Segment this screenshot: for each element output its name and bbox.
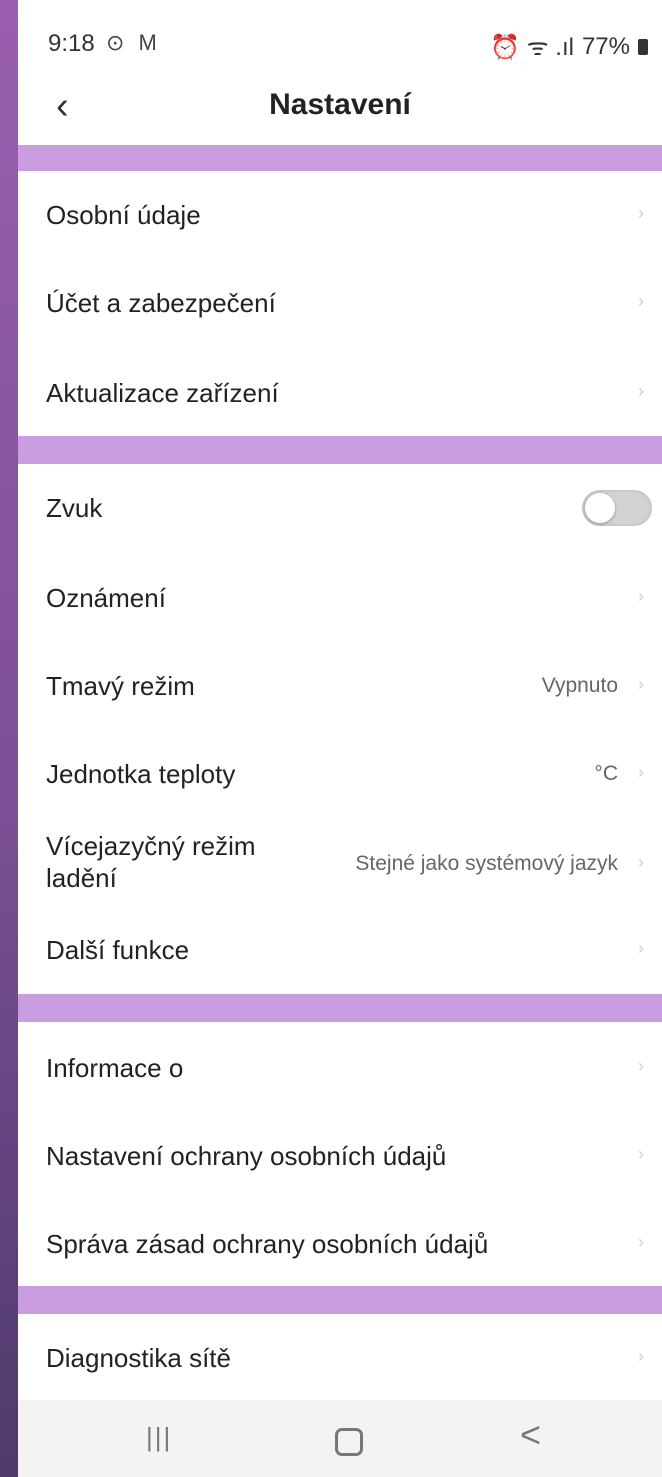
section-divider (18, 145, 662, 171)
chevron-right-icon: › (638, 674, 644, 694)
chevron-right-icon: › (638, 586, 644, 606)
settings-item-privacy-policy[interactable]: Správa zásad ochrany osobních údajů › (18, 1200, 662, 1286)
page-title: Nastavení (269, 88, 411, 121)
status-time: 9:18 (48, 30, 95, 57)
home-icon[interactable] (335, 1428, 363, 1456)
temperature-unit-value: °C (594, 762, 618, 785)
system-back-icon[interactable]: < (520, 1414, 541, 1456)
settings-item-device-update[interactable]: Aktualizace zařízení › (18, 347, 662, 435)
settings-item-notifications[interactable]: Oznámení › (18, 552, 662, 640)
item-label: Aktualizace zařízení (46, 378, 279, 408)
chevron-right-icon: › (638, 938, 644, 958)
item-label: Tmavý režim (46, 671, 195, 701)
settings-item-account-security[interactable]: Účet a zabezpečení › (18, 259, 662, 347)
item-label: Správa zásad ochrany osobních údajů (46, 1229, 489, 1259)
section-divider (18, 1286, 662, 1314)
sound-toggle[interactable] (582, 490, 652, 526)
app-bar: ‹ Nastavení (18, 72, 662, 142)
dark-mode-value: Vypnuto (541, 674, 618, 697)
chevron-right-icon: › (638, 1056, 644, 1076)
section-divider (18, 436, 662, 464)
status-right: ⏰ ᯤ .ıl 77% (490, 30, 648, 63)
item-label: Oznámení (46, 583, 166, 613)
chevron-right-icon: › (638, 291, 644, 311)
settings-item-temperature-unit[interactable]: Jednotka teploty °C › (18, 728, 662, 816)
item-label: Účet a zabezpečení (46, 288, 276, 318)
chevron-right-icon: › (638, 381, 644, 401)
chevron-right-icon: › (638, 1232, 644, 1252)
settings-item-more-features[interactable]: Další funkce › (18, 916, 662, 994)
language-value: Stejné jako systémový jazyk (355, 852, 618, 875)
item-label: Informace o (46, 1053, 184, 1083)
chevron-right-icon: › (638, 1346, 644, 1366)
item-label: Osobní údaje (46, 200, 201, 230)
chevron-right-icon: › (638, 852, 644, 872)
item-label: Diagnostika sítě (46, 1343, 231, 1373)
item-label: Jednotka teploty (46, 759, 236, 789)
system-nav-bar: ||| < (18, 1400, 662, 1477)
settings-item-network-diagnostics[interactable]: Diagnostika sítě › (18, 1314, 662, 1400)
settings-item-about[interactable]: Informace o › (18, 1022, 662, 1112)
settings-item-dark-mode[interactable]: Tmavý režim Vypnuto › (18, 640, 662, 728)
settings-item-privacy-settings[interactable]: Nastavení ochrany osobních údajů › (18, 1112, 662, 1200)
chevron-right-icon: › (638, 762, 644, 782)
phone-screen: 9:18 ⊙ M ⏰ ᯤ .ıl 77% ‹ Nastavení Osobní … (18, 0, 662, 1477)
toggle-knob (585, 493, 615, 523)
section-divider (18, 994, 662, 1022)
item-label: Nastavení ochrany osobních údajů (46, 1141, 447, 1171)
settings-item-personal-info[interactable]: Osobní údaje › (18, 171, 662, 259)
chevron-right-icon: › (638, 1144, 644, 1164)
notification-icons: ⊙ M (106, 30, 161, 55)
chevron-right-icon: › (638, 203, 644, 223)
item-label: Zvuk (46, 493, 103, 523)
settings-item-sound: Zvuk (18, 464, 662, 552)
battery-icon (638, 38, 648, 55)
settings-item-multilanguage-debug[interactable]: Vícejazyčný režim ladění Stejné jako sys… (18, 816, 662, 916)
item-label: Vícejazyčný režim ladění (46, 831, 256, 893)
item-label: Další funkce (46, 935, 190, 965)
recents-icon[interactable]: ||| (146, 1422, 172, 1453)
battery-percent: 77% (581, 32, 630, 60)
signal-wifi-alarm-icons: ⏰ ᯤ .ıl (490, 34, 574, 61)
